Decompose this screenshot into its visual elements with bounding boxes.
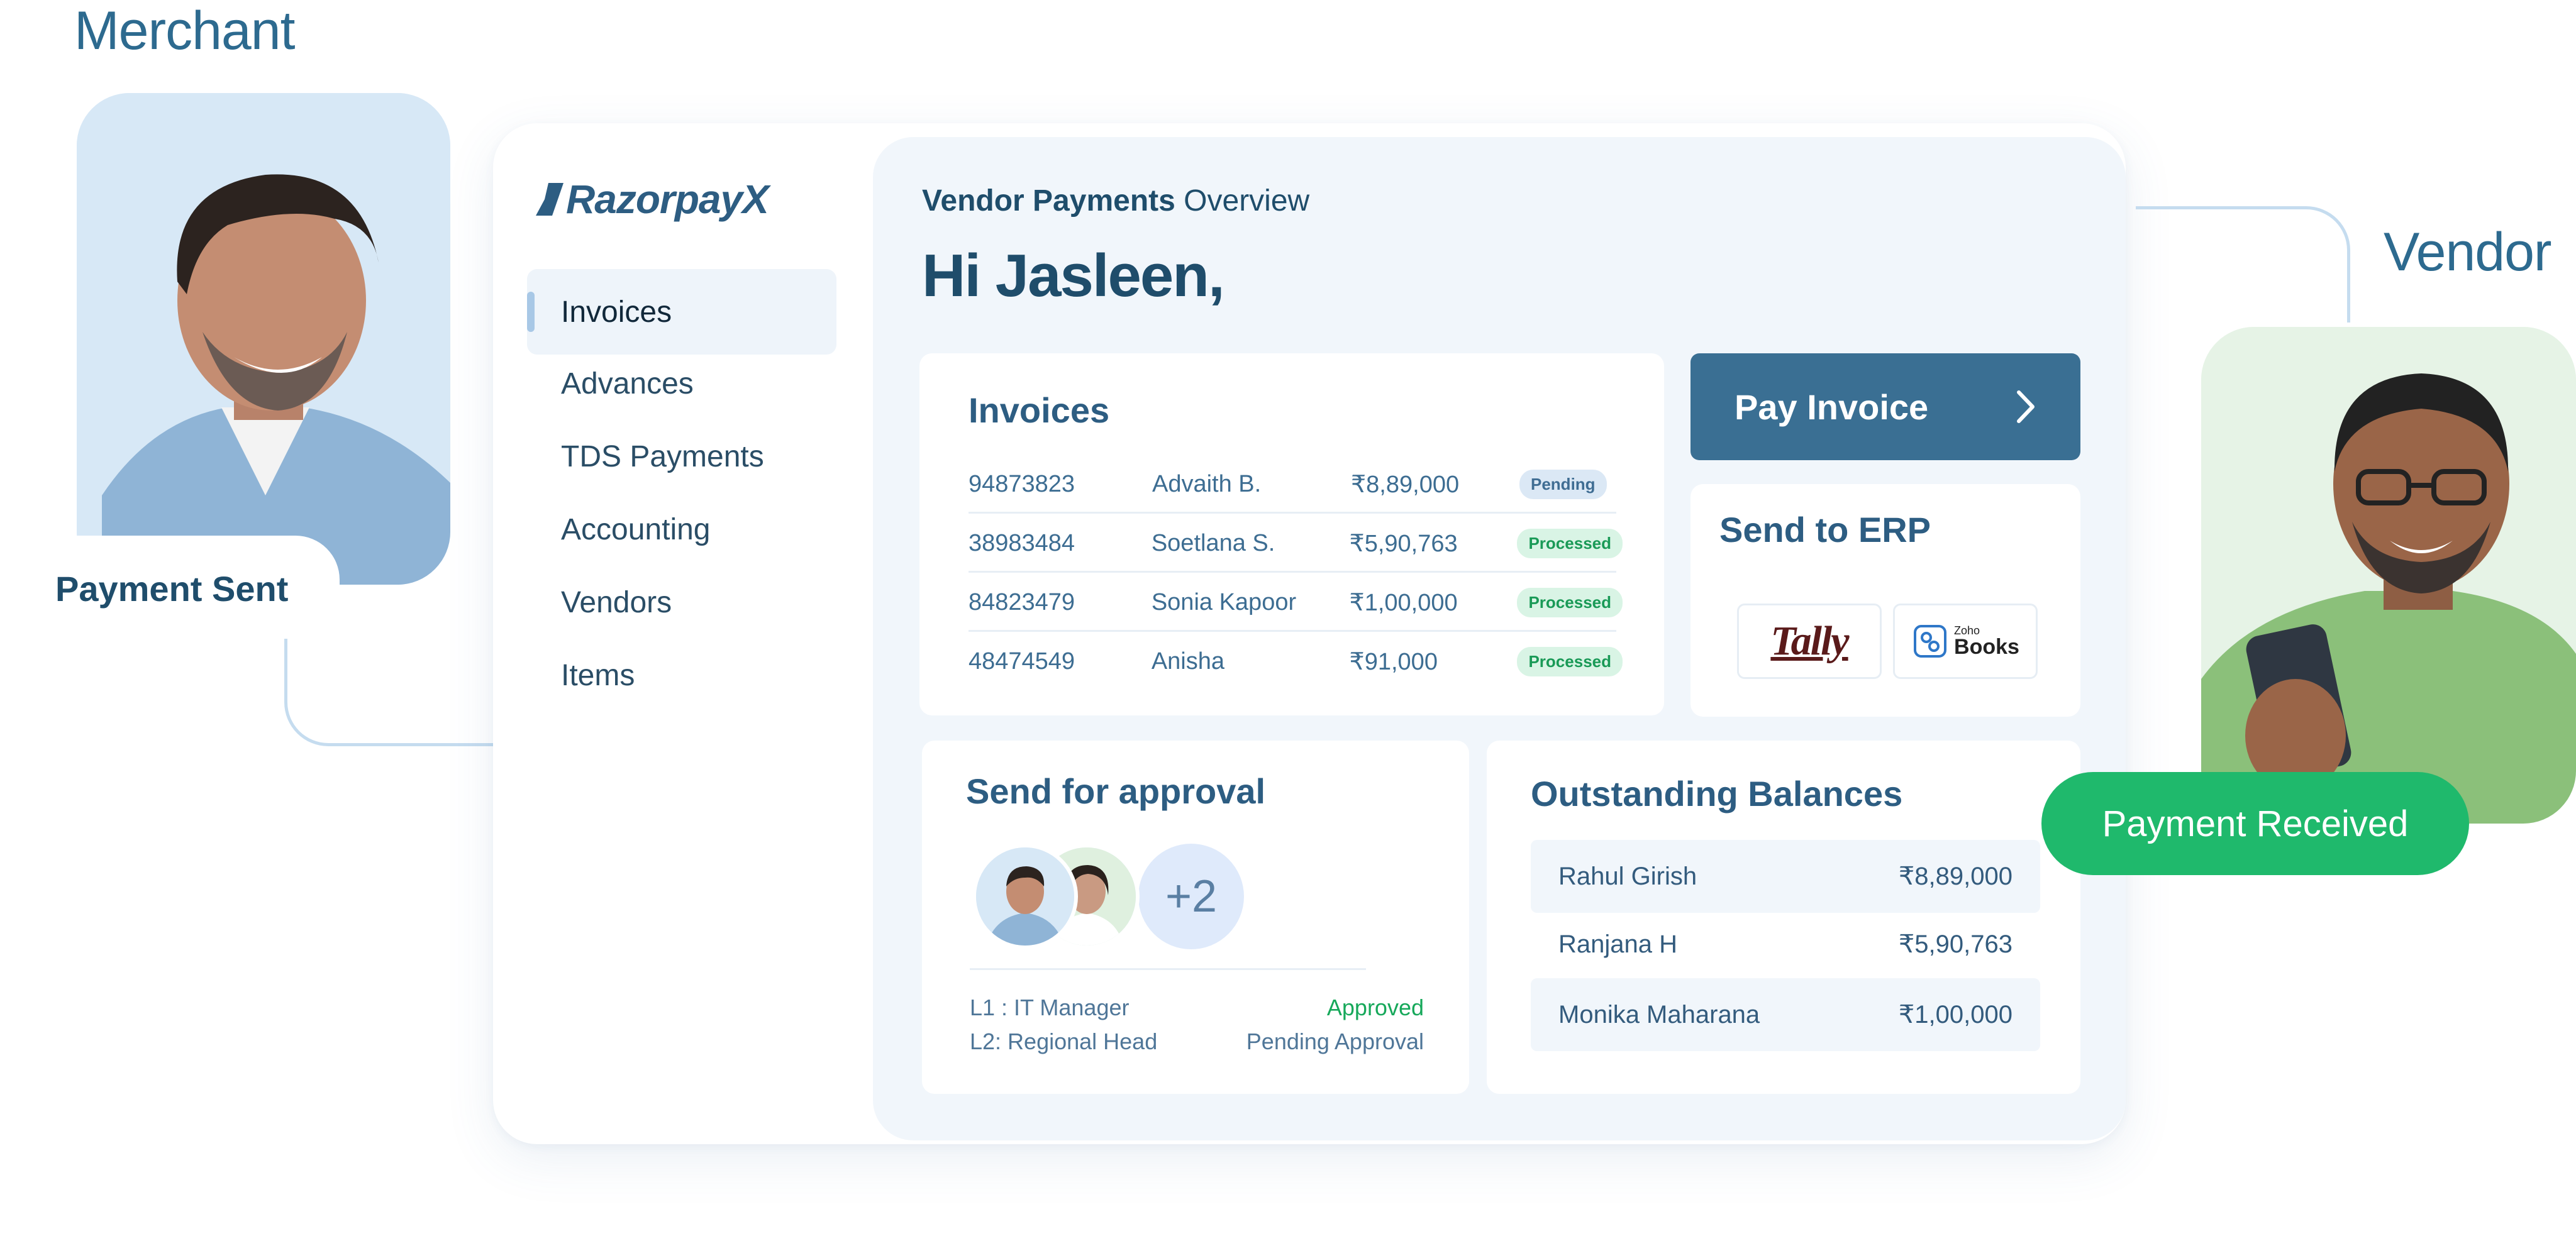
page-subtitle-rest: Overview: [1175, 184, 1310, 218]
approval-card: Send for approval +2 L1 : IT Manager App…: [922, 741, 1469, 1094]
erp-card: Send to ERP Tally Zoho Books: [1690, 484, 2080, 717]
invoice-name: Advaith B.: [1152, 470, 1262, 497]
approval-title: Send for approval: [966, 771, 1266, 811]
payment-sent-label: Payment Sent: [38, 536, 340, 624]
approval-status-l2: Pending Approval: [1246, 1029, 1424, 1054]
invoice-name: Sonia Kapoor: [1151, 588, 1297, 615]
balances-card: Outstanding Balances Rahul Girish ₹8,89,…: [1487, 741, 2080, 1094]
balance-row[interactable]: Rahul Girish ₹8,89,000: [1531, 840, 2040, 913]
sidebar-item-label: Items: [561, 658, 635, 692]
balance-amount: ₹1,00,000: [1898, 1001, 2012, 1029]
invoice-id: 94873823: [969, 470, 1075, 497]
invoice-amount: ₹8,89,000: [1351, 471, 1460, 498]
sidebar-item-accounting[interactable]: Accounting: [527, 493, 836, 566]
zoho-books-icon: [1914, 625, 1947, 658]
merchant-label: Merchant: [74, 1, 295, 61]
approval-status-l1: Approved: [1326, 995, 1424, 1020]
invoice-amount: ₹91,000: [1349, 648, 1438, 675]
merchant-portrait-image: [77, 93, 450, 585]
table-row[interactable]: 48474549 Anisha ₹91,000 Processed: [969, 641, 1623, 681]
invoice-id: 84823479: [969, 588, 1075, 615]
balance-row[interactable]: Monika Maharana ₹1,00,000: [1531, 978, 2040, 1051]
sidebar-item-label: TDS Payments: [561, 439, 764, 473]
sidebar-item-invoices[interactable]: Invoices: [527, 269, 836, 355]
balance-amount: ₹8,89,000: [1898, 863, 2012, 890]
zoho-books-wordmark: Zoho Books: [1954, 625, 2019, 658]
approval-level-l2: L2: Regional Head: [970, 1029, 1158, 1054]
vendor-photo: [2201, 327, 2576, 824]
payment-received-badge: Payment Received: [2041, 772, 2469, 875]
pay-invoice-label: Pay Invoice: [1735, 387, 1929, 427]
sidebar-item-label: Advances: [561, 367, 694, 400]
vendor-portrait-image: [2201, 327, 2576, 824]
payment-sent-text: Payment Sent: [55, 569, 289, 609]
status-badge: Pending: [1519, 469, 1607, 499]
vendor-label: Vendor: [2384, 222, 2552, 282]
invoice-amount: ₹5,90,763: [1349, 530, 1458, 557]
table-row[interactable]: 94873823 Advaith B. ₹8,89,000 Pending: [969, 464, 1623, 504]
sidebar-item-items[interactable]: Items: [527, 639, 836, 712]
extra-approvers-count[interactable]: +2: [1138, 844, 1244, 949]
approver-avatar-male-image: [976, 847, 1074, 946]
balance-name: Rahul Girish: [1558, 862, 1697, 890]
vendor-connector-line: [2136, 206, 2350, 323]
avatar[interactable]: [972, 844, 1078, 949]
status-badge: Processed: [1517, 587, 1623, 617]
table-row[interactable]: 38983484 Soetlana S. ₹5,90,763 Processed: [969, 523, 1623, 563]
zoho-books-logo[interactable]: Zoho Books: [1893, 604, 2038, 679]
active-indicator: [527, 292, 535, 332]
payment-received-text: Payment Received: [2102, 803, 2409, 844]
sidebar-item-advances[interactable]: Advances: [527, 347, 836, 420]
invoice-id: 38983484: [969, 529, 1075, 556]
row-divider: [969, 630, 1616, 632]
balance-name: Monika Maharana: [1558, 1000, 1760, 1029]
razorpay-mark-icon: [536, 183, 564, 216]
invoice-name: Soetlana S.: [1151, 529, 1275, 556]
page-subtitle: Vendor Payments Overview: [922, 184, 1309, 218]
table-row[interactable]: 84823479 Sonia Kapoor ₹1,00,000 Processe…: [969, 582, 1623, 622]
sidebar-item-tds-payments[interactable]: TDS Payments: [527, 420, 836, 493]
tally-logo-text: Tally: [1770, 618, 1849, 664]
approval-divider: [970, 968, 1366, 970]
greeting: Hi Jasleen,: [922, 242, 1225, 309]
tally-logo[interactable]: Tally: [1737, 604, 1882, 679]
merchant-photo: [77, 93, 450, 585]
invoice-amount: ₹1,00,000: [1349, 589, 1458, 616]
status-badge: Processed: [1517, 646, 1623, 676]
brand-logo: RazorpayX: [536, 176, 769, 223]
pay-invoice-button[interactable]: Pay Invoice: [1690, 353, 2080, 460]
status-badge: Processed: [1517, 528, 1623, 558]
sidebar-item-label: Accounting: [561, 512, 711, 546]
approval-level-l1: L1 : IT Manager: [970, 995, 1130, 1020]
sidebar-item-label: Invoices: [561, 295, 672, 329]
balances-title: Outstanding Balances: [1531, 774, 1903, 814]
invoices-title: Invoices: [969, 390, 1110, 430]
invoices-card: Invoices 94873823 Advaith B. ₹8,89,000 P…: [919, 353, 1664, 715]
row-divider: [969, 512, 1616, 514]
row-divider: [969, 571, 1616, 573]
brand-name: RazorpayX: [566, 177, 769, 222]
sidebar-item-vendors[interactable]: Vendors: [527, 566, 836, 639]
books-text: Books: [1954, 635, 2019, 659]
balance-name: Ranjana H: [1558, 930, 1678, 958]
balance-amount: ₹5,90,763: [1898, 930, 2012, 958]
invoice-id: 48474549: [969, 648, 1075, 675]
sidebar-item-label: Vendors: [561, 585, 672, 619]
erp-title: Send to ERP: [1719, 510, 1931, 549]
balance-row[interactable]: Ranjana H ₹5,90,763: [1531, 910, 2040, 978]
chevron-right-icon: [2017, 390, 2035, 423]
invoice-name: Anisha: [1151, 648, 1225, 675]
page-subtitle-bold: Vendor Payments: [922, 184, 1175, 218]
